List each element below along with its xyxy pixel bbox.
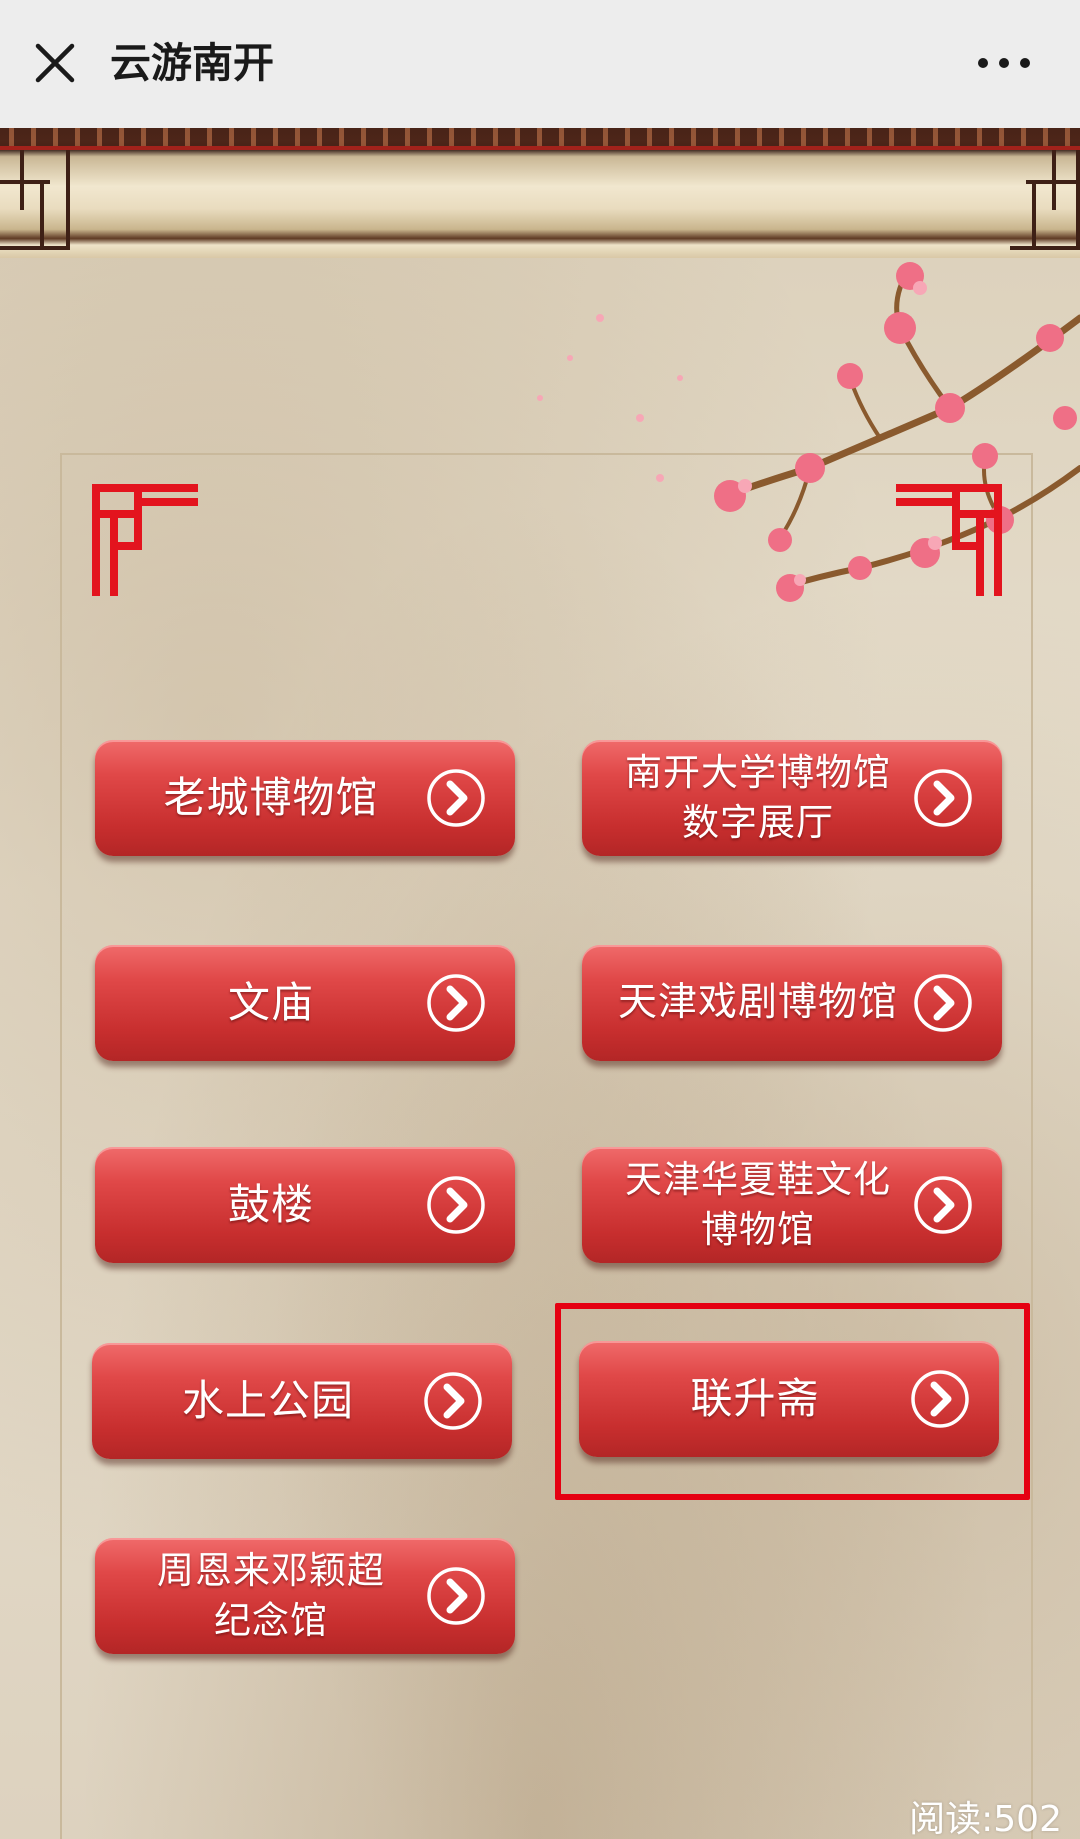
rod-studs xyxy=(0,128,1080,146)
selection-highlight-box xyxy=(555,1303,1030,1500)
corner-ornament-right xyxy=(896,484,1002,596)
rod-red-strip xyxy=(0,146,1080,150)
more-icon xyxy=(978,58,1030,68)
corner-ornament-left xyxy=(92,484,198,596)
read-count-label: 阅读: xyxy=(909,1799,994,1839)
close-button[interactable] xyxy=(30,34,80,92)
button-water-park[interactable]: 水上公园 xyxy=(92,1343,512,1459)
rod-end-right xyxy=(1010,150,1080,250)
read-count-value: 502 xyxy=(993,1799,1062,1839)
rod-end-left xyxy=(0,150,70,250)
button-label-line-1: 周恩来邓颖超 xyxy=(157,1549,385,1592)
button-label-line-1: 南开大学博物馆 xyxy=(625,751,891,794)
button-label: 天津戏剧博物馆 xyxy=(617,980,898,1025)
chevron-right-icon xyxy=(427,1567,485,1625)
button-label-line-2: 数字展厅 xyxy=(682,801,834,844)
button-zhou-deng-memorial[interactable]: 周恩来邓颖超 纪念馆 xyxy=(95,1538,515,1654)
more-button[interactable] xyxy=(964,40,1044,86)
scroll-rod-decoration xyxy=(0,128,1080,258)
button-label: 周恩来邓颖超 纪念馆 xyxy=(119,1538,423,1654)
page-title: 云游南开 xyxy=(110,39,274,87)
button-confucius-temple[interactable]: 文庙 xyxy=(95,945,515,1061)
chevron-right-icon xyxy=(914,1176,972,1234)
button-tianjin-opera-museum[interactable]: 天津戏剧博物馆 xyxy=(582,945,1002,1061)
top-nav-bar: 云游南开 xyxy=(0,0,1080,129)
button-label: 文庙 xyxy=(227,978,314,1027)
button-shoe-culture-museum[interactable]: 天津华夏鞋文化 博物馆 xyxy=(582,1147,1002,1263)
chevron-right-icon xyxy=(424,1372,482,1430)
button-label-line-1: 天津华夏鞋文化 xyxy=(625,1158,891,1201)
button-label-line-2: 纪念馆 xyxy=(214,1599,328,1642)
button-label: 老城博物馆 xyxy=(163,773,379,822)
page: 云游南开 老城博物馆 南开大学博物馆 数字展厅 文庙 天津戏剧博物馆 鼓楼 天津… xyxy=(0,0,1080,1839)
close-icon xyxy=(35,43,75,83)
chevron-right-icon xyxy=(914,974,972,1032)
button-label: 鼓楼 xyxy=(227,1180,314,1229)
button-label-line-2: 博物馆 xyxy=(701,1208,815,1251)
chevron-right-icon xyxy=(914,769,972,827)
read-count: 阅读:502 xyxy=(909,1800,1062,1839)
button-label: 南开大学博物馆 数字展厅 xyxy=(606,740,910,856)
button-label: 水上公园 xyxy=(181,1376,354,1425)
button-drum-tower[interactable]: 鼓楼 xyxy=(95,1147,515,1263)
chevron-right-icon xyxy=(427,974,485,1032)
chevron-right-icon xyxy=(427,1176,485,1234)
chevron-right-icon xyxy=(427,769,485,827)
button-label: 天津华夏鞋文化 博物馆 xyxy=(606,1147,910,1263)
button-nankai-museum[interactable]: 南开大学博物馆 数字展厅 xyxy=(582,740,1002,856)
button-laocheng-museum[interactable]: 老城博物馆 xyxy=(95,740,515,856)
